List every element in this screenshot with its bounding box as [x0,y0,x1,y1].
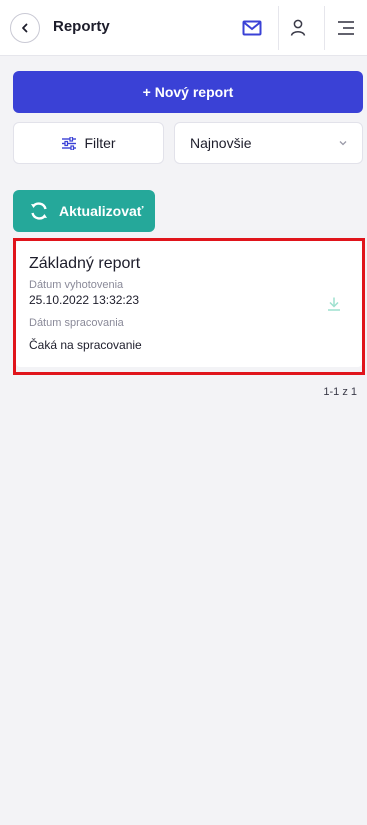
download-button[interactable] [323,293,345,315]
header-divider [324,6,325,50]
created-date-label: Dátum vyhotovenia [29,279,124,291]
mail-icon [242,20,262,36]
pagination-info: 1-1 z 1 [323,386,357,398]
user-icon [290,19,306,36]
created-date-value: 25.10.2022 13:32:23 [29,293,140,307]
refresh-label: Aktualizovať [59,203,144,219]
report-card[interactable]: Základný report Dátum vyhotovenia 25.10.… [16,241,362,367]
sort-selected-value: Najnovšie [190,135,252,151]
refresh-button[interactable]: Aktualizovať [13,190,155,232]
sort-select[interactable]: Najnovšie [174,122,363,164]
top-header: Reporty [0,0,367,56]
mail-button[interactable] [236,12,268,44]
header-divider [278,6,279,50]
page-title: Reporty [53,18,110,35]
new-report-button[interactable]: + Nový report [13,71,363,113]
chevron-down-icon [339,141,347,146]
menu-button[interactable] [330,12,362,44]
refresh-icon [31,202,47,220]
download-icon [328,297,340,311]
report-title: Základný report [29,255,141,272]
filter-label: Filter [84,135,116,151]
back-button[interactable] [10,13,40,43]
processed-date-label: Dátum spracovania [29,317,124,329]
filter-sliders-icon [62,136,77,150]
processing-status: Čaká na spracovanie [29,338,142,352]
menu-icon [338,21,354,35]
filter-button[interactable]: Filter [13,122,164,164]
chevron-left-icon [22,23,28,33]
user-button[interactable] [282,12,314,44]
